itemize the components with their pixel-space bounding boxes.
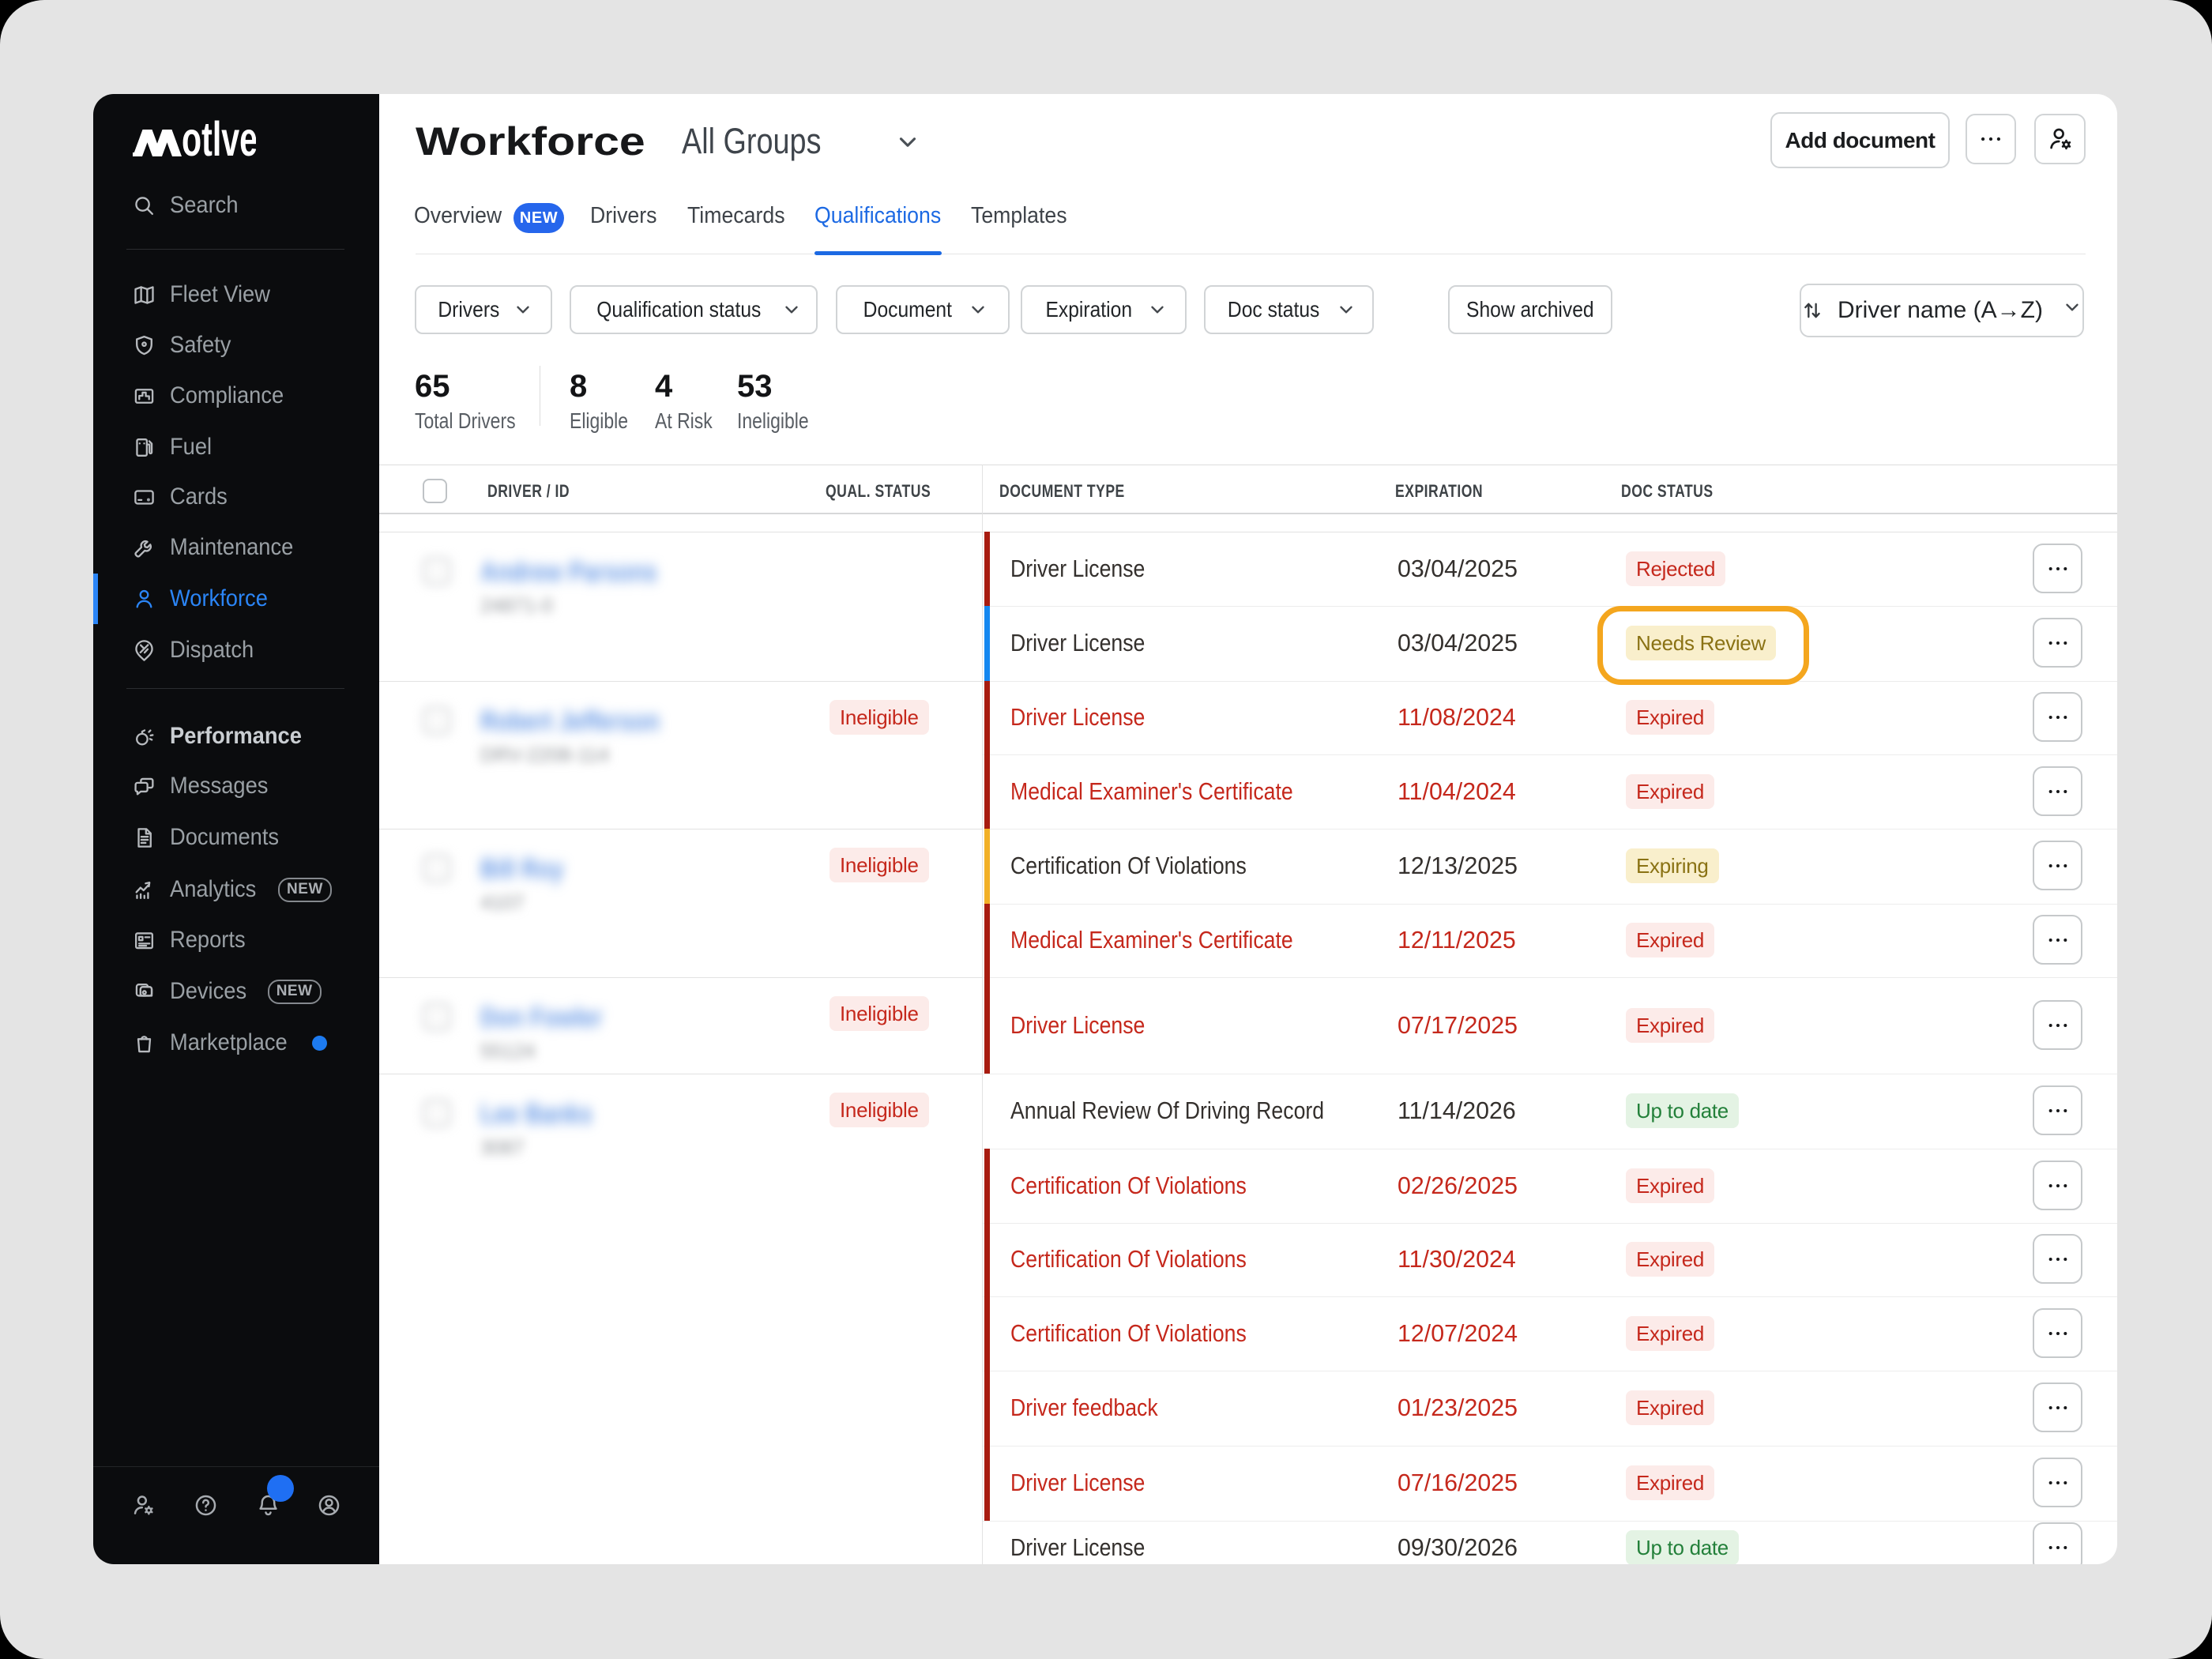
svg-text:otlve: otlve <box>182 119 256 157</box>
